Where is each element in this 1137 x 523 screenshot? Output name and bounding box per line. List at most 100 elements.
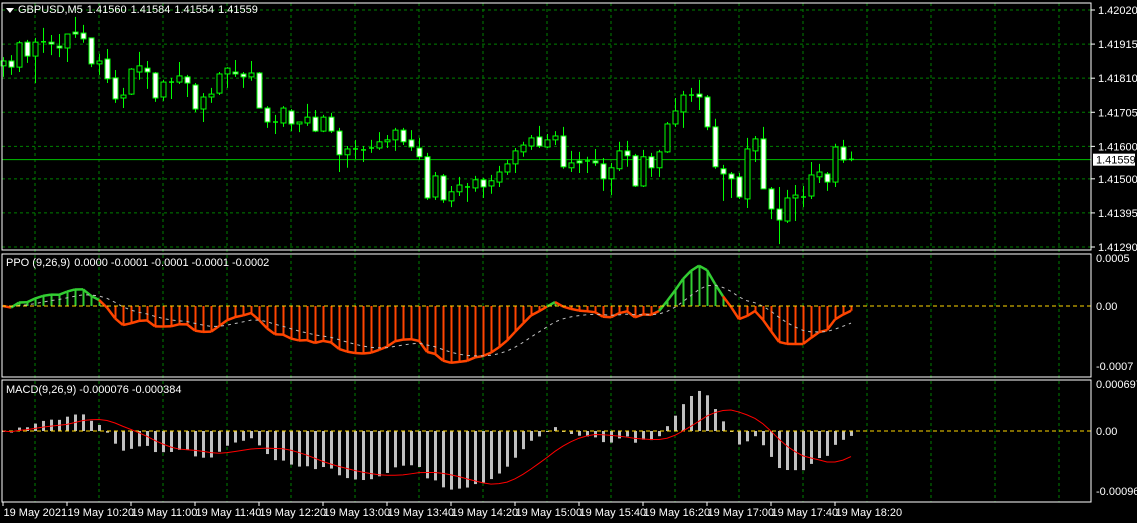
macd-histogram-bar bbox=[610, 431, 613, 443]
macd-histogram-bar bbox=[834, 431, 837, 445]
macd-histogram-bar bbox=[242, 431, 245, 441]
candle-bearish bbox=[408, 139, 415, 148]
candle-bullish bbox=[160, 81, 167, 98]
macd-histogram-bar bbox=[666, 426, 669, 431]
ohlc-high: 1.41584 bbox=[130, 4, 171, 16]
ppo-axis-label: -0.0007 bbox=[1096, 361, 1133, 373]
macd-histogram-bar bbox=[306, 431, 309, 467]
candle-bullish bbox=[744, 148, 751, 200]
time-axis-label: 19 May 11:40 bbox=[196, 507, 262, 519]
ppo-outline-segment bbox=[410, 337, 420, 343]
macd-histogram-bar bbox=[738, 431, 741, 445]
ppo-outline-segment bbox=[769, 330, 781, 343]
price-axis-label: 1.41600 bbox=[1098, 141, 1137, 153]
candle-bullish bbox=[120, 94, 127, 99]
ppo-outline-segment bbox=[106, 306, 116, 320]
macd-histogram-bar bbox=[426, 431, 429, 479]
macd-histogram-bar bbox=[346, 431, 349, 479]
ppo-outline-segment bbox=[761, 319, 773, 332]
macd-histogram-bar bbox=[162, 431, 165, 453]
candle-bearish bbox=[536, 136, 543, 147]
candle-bullish bbox=[16, 42, 23, 68]
macd-histogram-bar bbox=[514, 431, 517, 458]
ppo-outline-segment bbox=[10, 301, 20, 309]
ppo-legend: PPO (9,26,9) 0.0000 -0.0001 -0.0001 -0.00… bbox=[6, 257, 273, 269]
candle-bullish bbox=[504, 163, 511, 173]
current-price-label: 1.41559 bbox=[1096, 155, 1136, 167]
candle-bearish bbox=[312, 116, 319, 132]
candle-bullish bbox=[664, 123, 671, 153]
ppo-outline-segment bbox=[306, 338, 316, 345]
candle-bearish bbox=[80, 32, 87, 40]
macd-histogram-bar bbox=[826, 431, 829, 456]
candle-bullish bbox=[528, 137, 535, 147]
candle-bullish bbox=[512, 150, 519, 165]
candle-bullish bbox=[176, 75, 183, 83]
candle-bullish bbox=[496, 171, 503, 183]
macd-histogram-bar bbox=[402, 431, 405, 466]
candle-bullish bbox=[280, 107, 287, 124]
macd-histogram-bar bbox=[626, 431, 629, 437]
macd-histogram-bar bbox=[530, 431, 533, 441]
time-axis-label: 19 May 13:40 bbox=[388, 507, 455, 519]
macd-histogram-bar bbox=[314, 431, 317, 470]
candle-bearish bbox=[480, 179, 487, 188]
macd-histogram-bar bbox=[130, 431, 133, 449]
candle-bearish bbox=[624, 150, 631, 157]
candle-bullish bbox=[808, 174, 815, 197]
macd-histogram-bar bbox=[170, 431, 173, 452]
time-axis-label: 19 May 16:20 bbox=[644, 507, 711, 519]
ppo-outline-segment bbox=[586, 310, 596, 314]
candle-bearish bbox=[88, 37, 95, 65]
ppo-outline-segment bbox=[434, 352, 444, 362]
macd-histogram-bar bbox=[386, 431, 389, 473]
time-axis-label: 19 May 10:20 bbox=[68, 507, 135, 519]
ppo-outline-segment bbox=[234, 314, 244, 319]
ohlc-low: 1.41554 bbox=[174, 4, 215, 16]
time-axis-label: 19 May 15:00 bbox=[516, 507, 583, 519]
ppo-outline-segment bbox=[194, 329, 204, 334]
candle-bullish bbox=[552, 135, 559, 141]
macd-histogram-bar bbox=[658, 431, 661, 437]
candle-bullish bbox=[640, 156, 647, 187]
candle-bearish bbox=[240, 73, 247, 78]
ppo-outline-segment bbox=[394, 338, 404, 343]
candle-bullish bbox=[200, 96, 207, 110]
candle-bullish bbox=[616, 150, 623, 170]
time-axis-label: 19 May 11:00 bbox=[132, 507, 198, 519]
macd-histogram-bar bbox=[786, 431, 789, 471]
candle-bullish bbox=[432, 175, 439, 198]
ppo-outline-segment bbox=[754, 310, 764, 321]
macd-histogram-bar bbox=[682, 404, 685, 431]
ppo-outline-segment bbox=[290, 337, 300, 342]
ppo-outline-segment bbox=[682, 269, 692, 280]
macd-histogram-bar bbox=[122, 431, 125, 451]
macd-axis-label: 0.000697 bbox=[1096, 379, 1137, 391]
ppo-title: PPO (9,26,9) bbox=[6, 257, 71, 269]
ppo-outline-segment bbox=[666, 289, 676, 302]
macd-histogram-bar bbox=[410, 431, 413, 466]
candle-bullish bbox=[680, 94, 687, 113]
candle-bearish bbox=[192, 84, 199, 110]
ppo-outline-segment bbox=[778, 340, 788, 346]
time-axis-label: 19 May 13:00 bbox=[324, 507, 391, 519]
macd-histogram-bar bbox=[450, 431, 453, 490]
candle-bearish bbox=[48, 41, 55, 45]
candle-bullish bbox=[456, 184, 463, 193]
candle-bearish bbox=[104, 58, 111, 80]
macd-histogram-bar bbox=[602, 431, 605, 443]
candle-bearish bbox=[840, 146, 847, 161]
ppo-outline-segment bbox=[122, 322, 132, 327]
candle-bullish bbox=[792, 194, 799, 199]
macd-histogram-bar bbox=[706, 395, 709, 431]
triangle-down-icon[interactable] bbox=[6, 7, 14, 13]
candle-bearish bbox=[632, 155, 639, 187]
macd-histogram-bar bbox=[850, 431, 853, 436]
candle-bullish bbox=[448, 191, 455, 202]
candle-bearish bbox=[728, 173, 735, 180]
ppo-outline-segment bbox=[66, 288, 76, 293]
macd-histogram-bar bbox=[498, 431, 501, 474]
price-axis-label: 1.41810 bbox=[1098, 73, 1137, 85]
candle-bearish bbox=[600, 163, 607, 180]
macd-axis-label: 0.00 bbox=[1096, 426, 1117, 438]
